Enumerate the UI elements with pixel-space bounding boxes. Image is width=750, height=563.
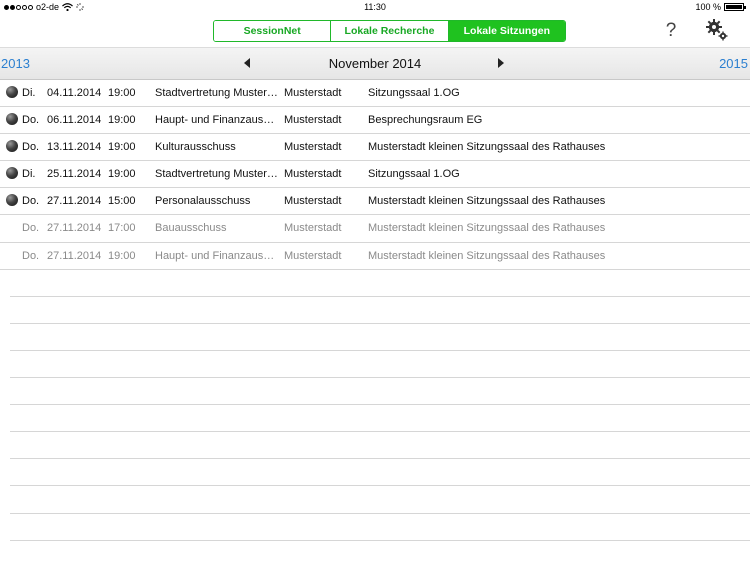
next-year-button[interactable]: 2015 (719, 56, 748, 71)
meeting-time: 19:00 (108, 168, 136, 181)
segment-lokale-recherche[interactable]: Lokale Recherche (331, 21, 449, 41)
meeting-city: Musterstadt (284, 168, 342, 181)
meeting-date: 06.11.2014 (47, 114, 102, 127)
past-meeting-indicator-icon (6, 86, 18, 98)
empty-list-row (10, 405, 750, 433)
meeting-city: Musterstadt (284, 114, 342, 127)
meeting-committee: Stadtvertretung Muster… (155, 87, 278, 99)
meeting-time: 19:00 (108, 249, 136, 262)
meeting-city: Musterstadt (284, 87, 342, 99)
meeting-date: 04.11.2014 (47, 87, 102, 99)
empty-list-row (10, 351, 750, 379)
previous-month-arrow-icon[interactable] (244, 58, 250, 68)
meeting-date: 13.11.2014 (47, 141, 102, 154)
settings-button[interactable] (705, 18, 729, 42)
status-bar: o2-de 11:30 100 % (0, 0, 750, 15)
meeting-date: 27.11.2014 (47, 222, 102, 235)
empty-list-row (10, 297, 750, 324)
previous-year-button[interactable]: 2013 (1, 56, 30, 71)
meeting-weekday: Di. (22, 168, 36, 181)
meeting-city: Musterstadt (284, 141, 342, 154)
meeting-weekday: Do. (22, 141, 40, 154)
segment-lokale-sitzungen[interactable]: Lokale Sitzungen (448, 21, 565, 41)
meeting-row[interactable]: Do. 27.11.2014 17:00 Bauausschuss Musterstad… (0, 215, 750, 243)
empty-list-row (10, 270, 750, 297)
view-segmented-control: SessionNet Lokale Recherche Lokale Sitzung… (213, 20, 566, 42)
meeting-row[interactable]: Di. 04.11.2014 19:00 Stadtvertretung Muster… (0, 80, 750, 108)
meeting-list: Di. 04.11.2014 19:00 Stadtvertretung Muster… (0, 80, 750, 541)
month-navigation: 2013 November 2014 2015 (0, 47, 750, 80)
clock: 11:30 (364, 2, 386, 12)
meeting-room: Musterstadt kleinen Sitzungssaal des Rat… (368, 222, 606, 235)
meeting-committee: Bauausschuss (155, 222, 227, 235)
meeting-time: 15:00 (108, 195, 136, 208)
meeting-room: Sitzungssaal 1.OG (368, 168, 460, 181)
meeting-date: 25.11.2014 (47, 168, 102, 181)
empty-list-row (10, 432, 750, 460)
meeting-row[interactable]: Do. 27.11.2014 15:00 Personalausschuss Muste… (0, 188, 750, 216)
battery-fill (726, 5, 742, 9)
battery-icon (724, 3, 746, 11)
battery-percent: 100 % (695, 2, 721, 12)
meeting-row[interactable]: Do. 27.11.2014 19:00 Haupt- und Finanzaus… M… (0, 243, 750, 270)
empty-list-row (10, 486, 750, 514)
status-bar-right: 100 % (695, 2, 746, 12)
meeting-date: 27.11.2014 (47, 195, 102, 208)
meeting-time: 17:00 (108, 222, 136, 235)
meeting-city: Musterstadt (284, 222, 342, 235)
meeting-weekday: Do. (22, 195, 40, 208)
meeting-room: Musterstadt kleinen Sitzungssaal des Rat… (368, 141, 606, 154)
help-button[interactable]: ? (662, 20, 680, 42)
past-meeting-indicator-icon (6, 140, 18, 153)
segment-sessionnet[interactable]: SessionNet (214, 21, 332, 41)
empty-list-row (10, 514, 750, 541)
meeting-committee: Haupt- und Finanzaus… (155, 114, 275, 127)
past-meeting-indicator-icon (6, 113, 18, 126)
gear-icon (706, 19, 728, 41)
meeting-committee: Personalausschuss (155, 195, 251, 208)
meeting-room: Sitzungssaal 1.OG (368, 87, 460, 99)
empty-list-row (10, 459, 750, 487)
meeting-row[interactable]: Do. 13.11.2014 19:00 Kulturausschuss Musters… (0, 134, 750, 162)
meeting-city: Musterstadt (284, 249, 342, 262)
past-meeting-indicator-icon (6, 194, 18, 207)
month-title: November 2014 (328, 56, 422, 71)
meeting-room: Musterstadt kleinen Sitzungssaal des Rat… (368, 195, 606, 208)
meeting-row[interactable]: Di. 25.11.2014 19:00 Stadtvertretung Muster… (0, 161, 750, 189)
empty-list-row (10, 378, 750, 406)
meeting-committee: Kulturausschuss (155, 141, 236, 154)
next-month-arrow-icon[interactable] (498, 58, 504, 68)
meeting-committee: Haupt- und Finanzaus… (155, 249, 275, 262)
meeting-row[interactable]: Do. 06.11.2014 19:00 Haupt- und Finanzaus… M… (0, 107, 750, 135)
meeting-committee: Stadtvertretung Muster… (155, 168, 278, 181)
meeting-weekday: Do. (22, 249, 40, 262)
meeting-time: 19:00 (108, 87, 136, 99)
meeting-city: Musterstadt (284, 195, 342, 208)
meeting-time: 19:00 (108, 141, 136, 154)
meeting-weekday: Di. (22, 87, 36, 99)
meeting-weekday: Do. (22, 114, 40, 127)
meeting-room: Musterstadt kleinen Sitzungssaal des Rat… (368, 249, 606, 262)
meeting-room: Besprechungsraum EG (368, 114, 483, 127)
meeting-time: 19:00 (108, 114, 136, 127)
toolbar: SessionNet Lokale Recherche Lokale Sitzung… (0, 15, 750, 47)
empty-list-row (10, 324, 750, 351)
past-meeting-indicator-icon (6, 167, 18, 180)
meeting-weekday: Do. (22, 222, 40, 235)
meeting-date: 27.11.2014 (47, 249, 102, 262)
